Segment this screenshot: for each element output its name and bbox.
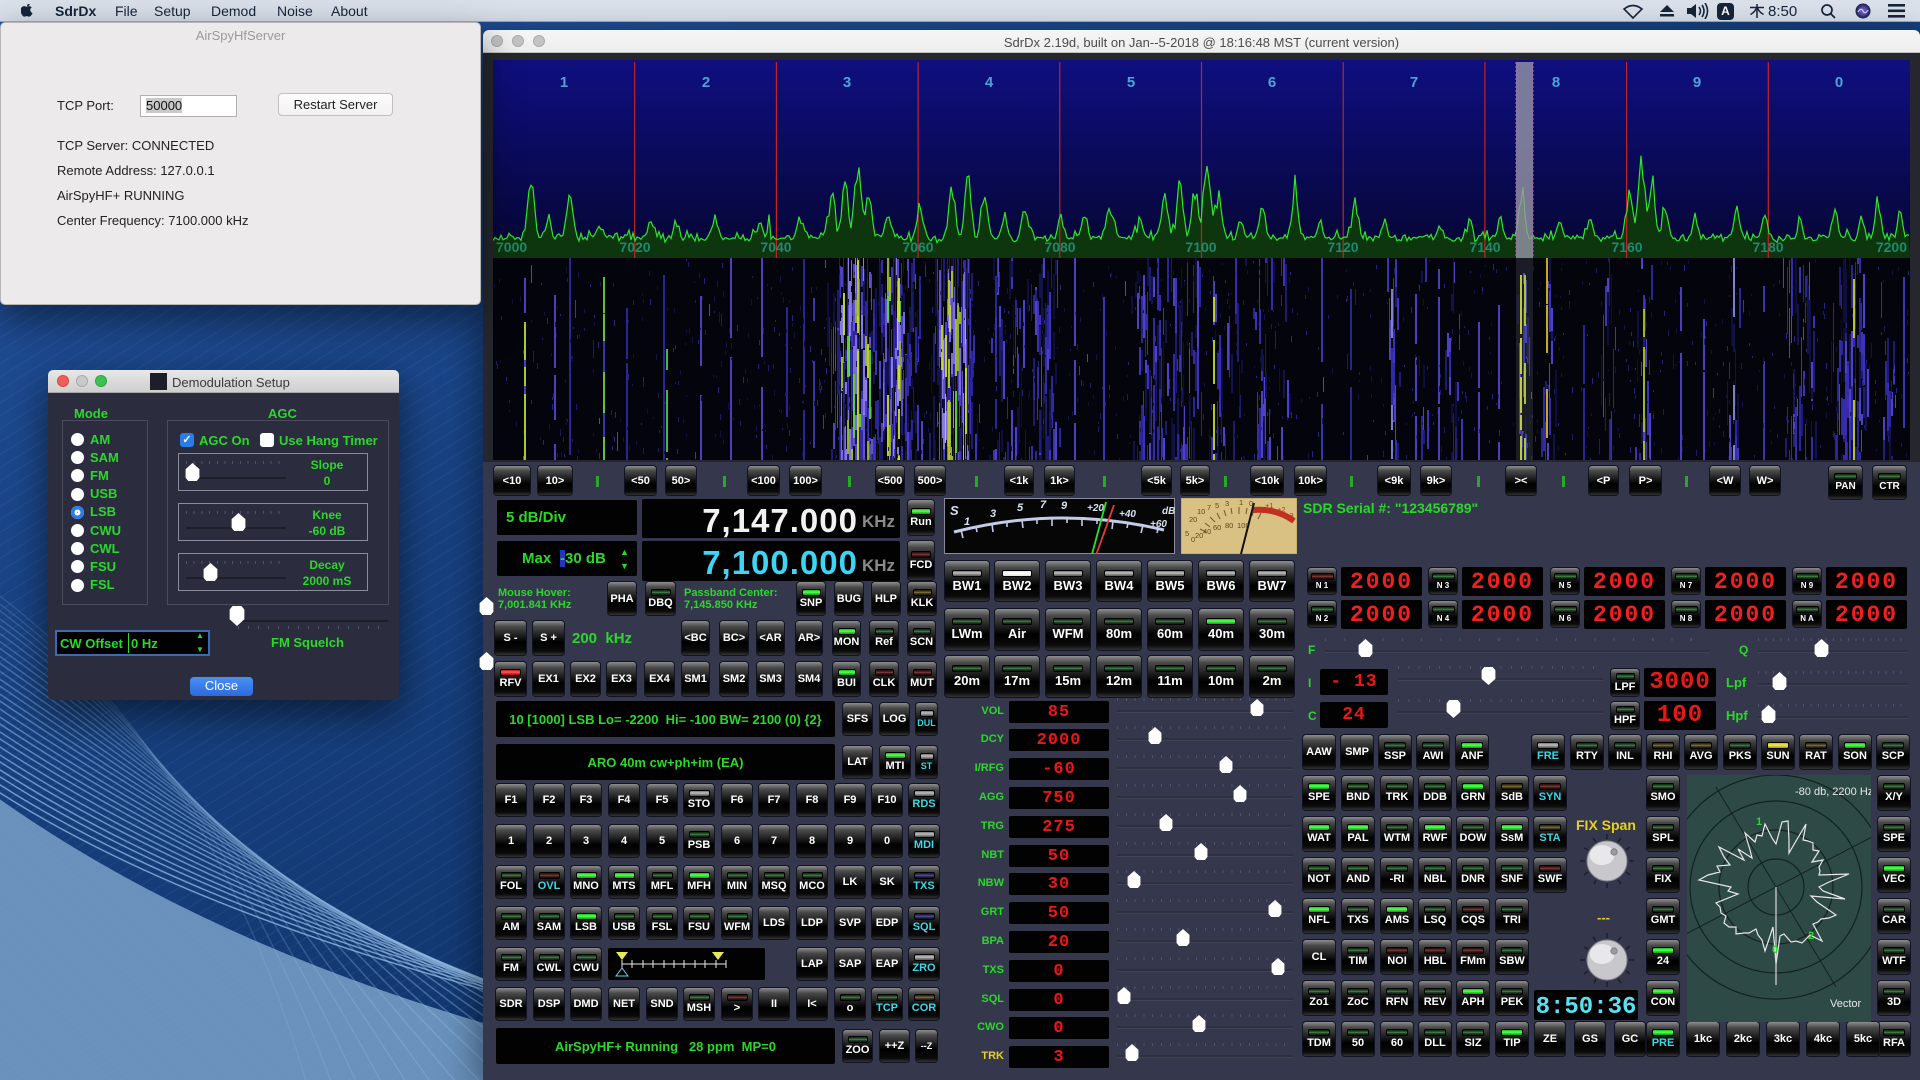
svg-text:S: S	[950, 503, 959, 518]
svg-text:7: 7	[1410, 74, 1418, 91]
svg-text:3: 3	[1225, 499, 1229, 508]
svg-text:+60: +60	[1150, 519, 1167, 530]
svg-text:60: 60	[1213, 523, 1221, 532]
svg-text:1: 1	[964, 516, 970, 528]
svg-text:10: 10	[1197, 507, 1205, 516]
svg-text:7000: 7000	[496, 239, 527, 255]
svg-text:7120: 7120	[1327, 239, 1358, 255]
svg-text:2: 2	[702, 74, 710, 91]
svg-text:7200: 7200	[1876, 239, 1907, 255]
svg-text:1: 1	[560, 74, 568, 91]
svg-text:20: 20	[1189, 515, 1197, 524]
svg-text:9: 9	[1693, 74, 1701, 91]
svg-text:+40: +40	[1119, 509, 1136, 520]
svg-text:7100: 7100	[1185, 239, 1216, 255]
svg-text:4: 4	[985, 74, 994, 91]
svg-text:6: 6	[1268, 74, 1276, 91]
svg-text:Vector: Vector	[1830, 998, 1862, 1010]
svg-text:0: 0	[1835, 74, 1843, 91]
svg-text:7: 7	[1207, 503, 1211, 512]
svg-text:5: 5	[1215, 501, 1219, 510]
svg-text:-80 db, 2200 Hz: -80 db, 2200 Hz	[1795, 786, 1871, 798]
svg-text:7140: 7140	[1469, 239, 1500, 255]
svg-text:+2: +2	[1277, 505, 1286, 514]
svg-text:1: 1	[1756, 816, 1762, 828]
svg-text:5: 5	[1185, 529, 1189, 538]
svg-text:7: 7	[1040, 499, 1047, 511]
svg-text:0: 0	[1772, 944, 1778, 956]
svg-text:+1: +1	[1265, 501, 1274, 510]
svg-text:9: 9	[1061, 500, 1068, 512]
svg-text:3: 3	[843, 74, 851, 91]
svg-text:80: 80	[1225, 521, 1233, 530]
svg-text:+20: +20	[1087, 503, 1104, 514]
svg-text:-3: -3	[1287, 511, 1294, 520]
svg-text:dB: dB	[1162, 506, 1175, 517]
svg-text:7080: 7080	[1044, 239, 1075, 255]
svg-text:5: 5	[1017, 502, 1024, 514]
svg-text:5: 5	[1127, 74, 1135, 91]
svg-text:8: 8	[1552, 74, 1560, 91]
svg-text:7060: 7060	[902, 239, 933, 255]
svg-text:7160: 7160	[1611, 239, 1642, 255]
svg-text:7020: 7020	[619, 239, 650, 255]
svg-text:40: 40	[1203, 527, 1211, 536]
svg-text:2: 2	[1808, 930, 1814, 942]
svg-text:7040: 7040	[760, 239, 791, 255]
svg-text:7180: 7180	[1752, 239, 1783, 255]
svg-text:1: 1	[1239, 498, 1243, 507]
svg-text:3: 3	[990, 508, 996, 520]
